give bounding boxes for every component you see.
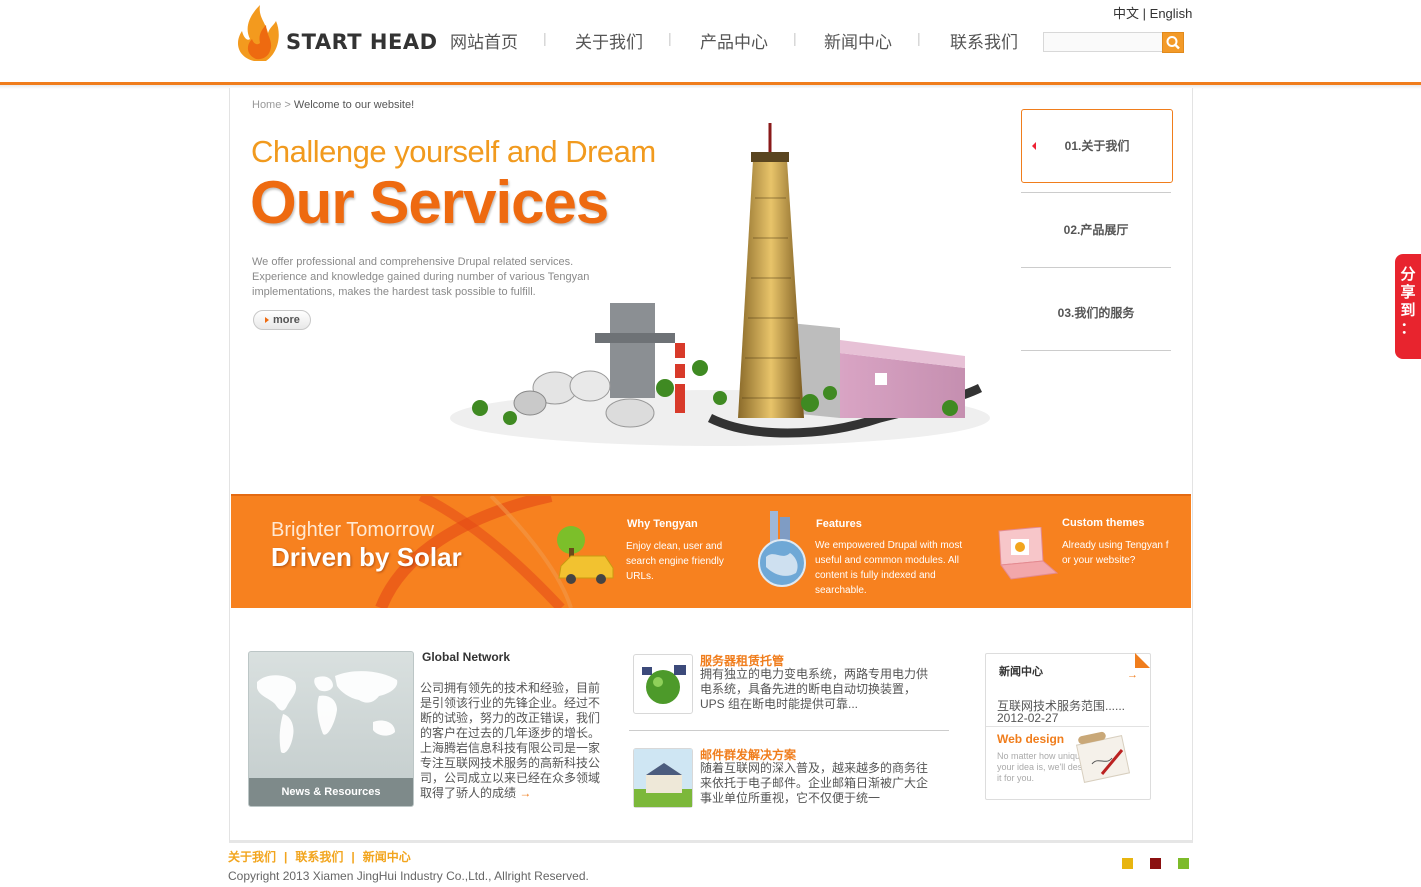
globe-city-icon (758, 511, 806, 587)
design-scroll-icon (1075, 731, 1131, 783)
service-text-email: 随着互联网的深入普及，越来越多的商务往来依托于电子邮件。企业邮箱日渐被广大企事业… (700, 761, 929, 805)
banner-tagline-1: Brighter Tomorrow (271, 519, 435, 541)
laptop-icon (998, 527, 1059, 580)
footer-link-about[interactable]: 关于我们 (228, 850, 276, 864)
feature-desc-themes: Already using Tengyan f or your website? (1062, 540, 1169, 566)
lang-separator: | (1142, 6, 1147, 21)
breadcrumb-home[interactable]: Home (252, 99, 281, 111)
copyright-text: Copyright 2013 Xiamen JingHui Industry C… (228, 869, 589, 883)
nav-about[interactable]: 关于我们 (575, 28, 643, 53)
lang-chinese[interactable]: 中文 (1113, 6, 1139, 21)
footer-link-separator: | (351, 850, 355, 864)
footer-link-separator: | (284, 850, 288, 864)
nav-separator: | (917, 30, 921, 46)
nav-contact[interactable]: 联系我们 (950, 28, 1018, 53)
server-hosting-thumbnail[interactable] (633, 654, 693, 714)
nav-separator: | (793, 30, 797, 46)
breadcrumb: Home > Welcome to our website! (252, 99, 414, 111)
solar-house-icon (634, 749, 692, 807)
global-network-text: 公司拥有领先的技术和经验，目前是引领该行业的先锋企业。经过不断的试验，努力的改正… (420, 681, 602, 801)
side-menu-label: 03.我们的服务 (1057, 306, 1135, 320)
nav-news[interactable]: 新闻中心 (824, 28, 892, 53)
breadcrumb-current: Welcome to our website! (293, 99, 415, 111)
side-menu-services[interactable]: 03.我们的服务 (1021, 276, 1171, 351)
feature-title-why: Why Tengyan (627, 518, 698, 530)
banner-tagline-2: Driven by Solar (271, 542, 462, 572)
language-switcher: 中文 | English (1113, 3, 1192, 22)
site-header: START HEAD 网站首页 | 关于我们 | 产品中心 | 新闻中心 | 联… (0, 0, 1421, 82)
news-center-title: 新闻中心 (999, 666, 1043, 678)
search-button[interactable] (1162, 32, 1184, 53)
service-text-hosting: 拥有独立的电力变电系统，两路专用电力供电系统，具备先进的断电自动切换装置，UPS… (700, 667, 929, 711)
email-solution-thumbnail[interactable] (633, 748, 693, 808)
footer-links: 关于我们 | 联系我们 | 新闻中心 (228, 848, 411, 865)
theme-swatch-yellow[interactable] (1122, 858, 1133, 869)
lang-english[interactable]: English (1150, 6, 1193, 21)
feature-title-features: Features (816, 518, 862, 530)
side-menu-about[interactable]: 01.关于我们 (1021, 109, 1173, 183)
breadcrumb-separator: > (284, 99, 291, 111)
side-menu-label: 01.关于我们 (1064, 139, 1130, 153)
more-button[interactable]: more (253, 310, 311, 330)
feature-desc-why: Enjoy clean, user and search engine frie… (626, 541, 724, 582)
feature-title-themes: Custom themes (1062, 517, 1145, 529)
nav-separator: | (668, 30, 672, 46)
more-button-label: more (273, 314, 300, 326)
global-network-title: Global Network (422, 650, 511, 664)
footer-link-contact[interactable]: 联系我们 (295, 850, 343, 864)
search-input[interactable] (1043, 32, 1163, 52)
theme-swatch-red[interactable] (1150, 858, 1161, 869)
corner-accent (1135, 653, 1150, 668)
share-tab[interactable]: 分享到： (1395, 254, 1421, 359)
side-menu-label: 02.产品展厅 (1063, 223, 1129, 237)
green-globe-icon (642, 665, 686, 704)
news-divider (986, 726, 1149, 727)
car-tree-icon (557, 526, 614, 584)
industrial-plant-illustration (450, 123, 990, 446)
web-design-title[interactable]: Web design (997, 732, 1064, 746)
nav-products[interactable]: 产品中心 (700, 28, 768, 53)
nav-home[interactable]: 网站首页 (450, 28, 518, 53)
news-item-date: 2012-02-27 (997, 711, 1059, 725)
theme-swatch-green[interactable] (1178, 858, 1189, 869)
feature-desc-features: We empowered Drupal with most useful and… (815, 540, 963, 596)
nav-separator: | (543, 30, 547, 46)
news-resources-label: News & Resources (249, 778, 413, 806)
search-icon (1166, 36, 1180, 50)
news-more-arrow-icon[interactable]: → (1127, 669, 1138, 681)
read-more-arrow-icon[interactable]: → (519, 786, 531, 800)
logo-text: START HEAD (286, 30, 438, 54)
active-arrow-icon (1032, 142, 1036, 150)
footer-link-news[interactable]: 新闻中心 (363, 850, 411, 864)
side-menu-products[interactable]: 02.产品展厅 (1021, 192, 1171, 268)
services-divider (629, 730, 949, 731)
world-map-image[interactable]: News & Resources (248, 651, 414, 807)
world-map-icon (257, 671, 398, 754)
global-network-body: 公司拥有领先的技术和经验，目前是引领该行业的先锋企业。经过不断的试验，努力的改正… (420, 681, 601, 800)
play-arrow-icon (265, 317, 269, 323)
